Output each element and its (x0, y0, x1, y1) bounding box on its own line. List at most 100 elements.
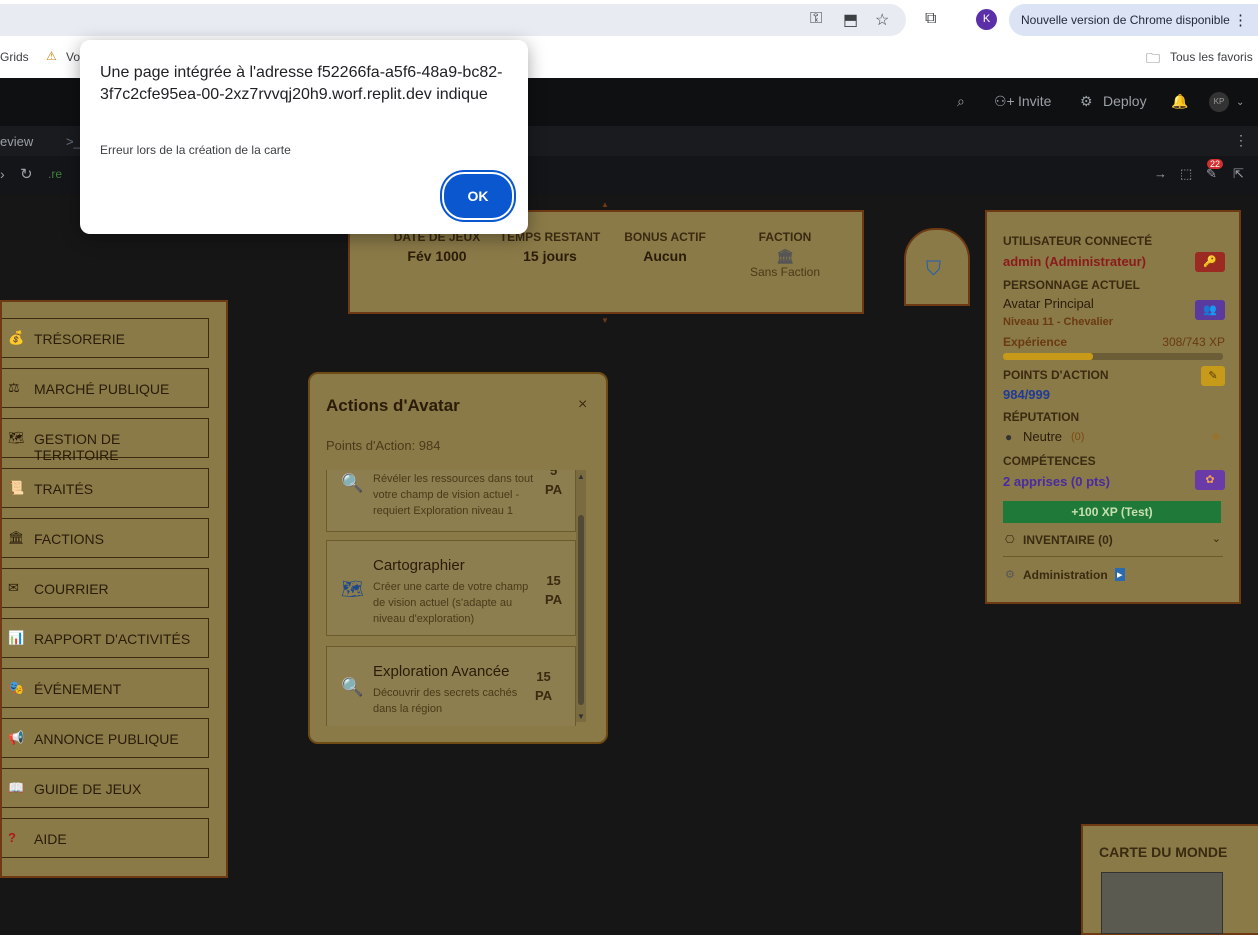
key-button[interactable]: 🔑 (1195, 252, 1225, 272)
bookmark-star-icon[interactable]: ☆ (875, 10, 889, 30)
all-bookmarks[interactable]: Tous les favoris (1170, 50, 1253, 64)
extensions-icon[interactable]: ⧉ (925, 10, 936, 28)
chevron-down-icon[interactable]: ⌄ (1212, 532, 1221, 545)
menu-kebab-icon[interactable]: ⋮ (1233, 11, 1248, 29)
switch-character-button[interactable]: 👥 (1195, 300, 1225, 320)
search-icon: 🔍 (341, 473, 364, 493)
faction-shield-button[interactable]: ⛉ (904, 228, 970, 306)
reputation-count: (0) (1071, 431, 1085, 443)
world-map-panel: CARTE DU MONDE (1081, 824, 1258, 935)
notification-badge: 22 (1207, 159, 1224, 169)
scroll-up-icon[interactable]: ▲ (577, 472, 585, 481)
address-bar[interactable] (0, 4, 906, 36)
add-xp-button[interactable]: +100 XP (Test) (1003, 501, 1221, 523)
question-icon: ? (8, 830, 16, 845)
envelope-icon: ✉ (8, 580, 19, 595)
scales-icon: ⚖ (8, 380, 20, 395)
close-icon[interactable]: × (578, 396, 587, 414)
skills-button[interactable]: ✿ (1195, 470, 1225, 490)
menu-evenement[interactable]: 🎭 ÉVÉNEMENT (2, 668, 209, 708)
action-title: Exploration Avancée (373, 663, 510, 680)
scroll-down-icon[interactable]: ▼ (577, 712, 585, 721)
action-cost: 5 PA (545, 470, 562, 499)
user-avatar[interactable]: KP (1209, 92, 1229, 112)
forward-icon[interactable]: › (0, 166, 5, 182)
action-points-value: 984/999 (1003, 387, 1050, 402)
go-arrow-icon[interactable]: → (1154, 166, 1167, 181)
administration-link[interactable]: Administration (1023, 568, 1108, 582)
menu-courrier[interactable]: ✉ COURRIER (2, 568, 209, 608)
bookmark-warning-icon: ⚠ (46, 49, 57, 63)
menu-label: ÉVÉNEMENT (34, 681, 122, 697)
tab-webview[interactable]: eview (0, 134, 33, 149)
skills-value: 2 apprises (0 pts) (1003, 474, 1110, 489)
menu-rapport[interactable]: 📊 RAPPORT D'ACTIVITÉS (2, 618, 209, 658)
menu-aide[interactable]: ? AIDE (2, 818, 209, 858)
deploy-button[interactable]: Deploy (1103, 93, 1147, 109)
inventory-toggle[interactable]: INVENTAIRE (0) (1023, 533, 1113, 547)
masks-icon: 🎭 (8, 680, 25, 695)
scrollbar-thumb[interactable] (578, 515, 584, 705)
main-menu: 💰 TRÉSORERIE ⚖ MARCHÉ PUBLIQUE 🗺 GESTION DE… (0, 300, 228, 878)
game-date: DATE DE JEUX Fév 1000 (382, 230, 492, 264)
menu-marche[interactable]: ⚖ MARCHÉ PUBLIQUE (2, 368, 209, 408)
skills-label: COMPÉTENCES (1003, 454, 1096, 468)
scroll-icon: 📜 (8, 480, 25, 495)
shell-tab-icon[interactable]: >_ (66, 134, 81, 149)
date-value: Fév 1000 (407, 248, 467, 264)
bookmark-vo[interactable]: Vo (66, 50, 80, 64)
action-item-exploration-avancee[interactable]: Exploration Avancée 🔍 Découvrir des secr… (326, 646, 576, 726)
inventory-icon: ⎔ (1005, 534, 1015, 546)
open-external-icon[interactable]: ⇱ (1233, 166, 1244, 182)
menu-label: TRAITÉS (34, 481, 94, 497)
chrome-update-chip[interactable]: Nouvelle version de Chrome disponible ⋮ (1009, 4, 1258, 36)
faction-icon: 🏛 (776, 248, 794, 264)
action-item-reveal[interactable]: 🔍 Révéler les ressources dans tout votre… (326, 470, 576, 532)
bookmark-grids[interactable]: Grids (0, 50, 29, 64)
action-item-cartographier[interactable]: Cartographier 🗺 Créer une carte de votre… (326, 540, 576, 636)
faction-value: Sans Faction (749, 265, 821, 279)
cost-value: 5 (549, 470, 558, 478)
character-name: Avatar Principal (1003, 296, 1094, 311)
password-key-icon[interactable]: ⚿ (810, 10, 822, 28)
add-user-icon: ⚇+ (994, 93, 1015, 109)
menu-territoire[interactable]: 🗺 GESTION DE TERRITOIRE (2, 418, 209, 463)
menu-label: RAPPORT D'ACTIVITÉS (34, 631, 191, 647)
menu-traites[interactable]: 📜 TRAITÉS (2, 468, 209, 508)
edit-points-button[interactable]: ✎ (1201, 366, 1225, 386)
map-icon: 🗺 (341, 579, 364, 599)
menu-label: COURRIER (34, 581, 109, 597)
time-value: 15 jours (523, 248, 577, 264)
connected-user-label: UTILISATEUR CONNECTÉ (1003, 234, 1153, 248)
cost-value: 15 (546, 573, 561, 588)
webview-url[interactable]: .re (48, 167, 62, 181)
menu-label: TRÉSORERIE (34, 331, 126, 347)
bell-icon[interactable]: 🔔 (1171, 93, 1188, 110)
dialog-message: Erreur lors de la création de la carte (100, 143, 291, 157)
cost-unit: PA (545, 482, 563, 497)
megaphone-icon: 📢 (8, 730, 25, 745)
menu-label: AIDE (34, 831, 67, 847)
chevron-down-icon[interactable]: ⌄ (1236, 97, 1244, 108)
action-desc: Révéler les ressources dans tout votre c… (373, 473, 534, 517)
profile-avatar[interactable]: K (976, 9, 997, 30)
menu-tresorerie[interactable]: 💰 TRÉSORERIE (2, 318, 209, 358)
install-app-icon[interactable]: ⬒ (843, 10, 858, 30)
search-icon[interactable]: ⌕ (957, 93, 965, 110)
tab-menu-icon[interactable]: ⋮ (1234, 132, 1248, 149)
menu-guide[interactable]: 📖 GUIDE DE JEUX (2, 768, 209, 808)
invite-button[interactable]: Invite (1018, 93, 1051, 109)
compass-icon[interactable]: ✵ (1211, 430, 1221, 444)
alert-dialog: Une page intégrée à l'adresse f52266fa-a… (80, 40, 528, 234)
ok-button[interactable]: OK (444, 174, 512, 218)
minimap[interactable] (1101, 872, 1223, 934)
collapse-down-icon[interactable]: ▼ (601, 316, 609, 325)
shield-icon: ⛉ (926, 258, 941, 280)
menu-factions[interactable]: 🏛 FACTIONS (2, 518, 209, 558)
devtools-icon[interactable]: ⬚ (1180, 166, 1192, 182)
collapse-up-icon[interactable]: ▲ (601, 200, 609, 209)
reload-icon[interactable]: ↻ (20, 165, 33, 183)
faction-label: FACTION (758, 230, 812, 244)
xp-bar (1003, 353, 1223, 360)
menu-annonce[interactable]: 📢 ANNONCE PUBLIQUE (2, 718, 209, 758)
